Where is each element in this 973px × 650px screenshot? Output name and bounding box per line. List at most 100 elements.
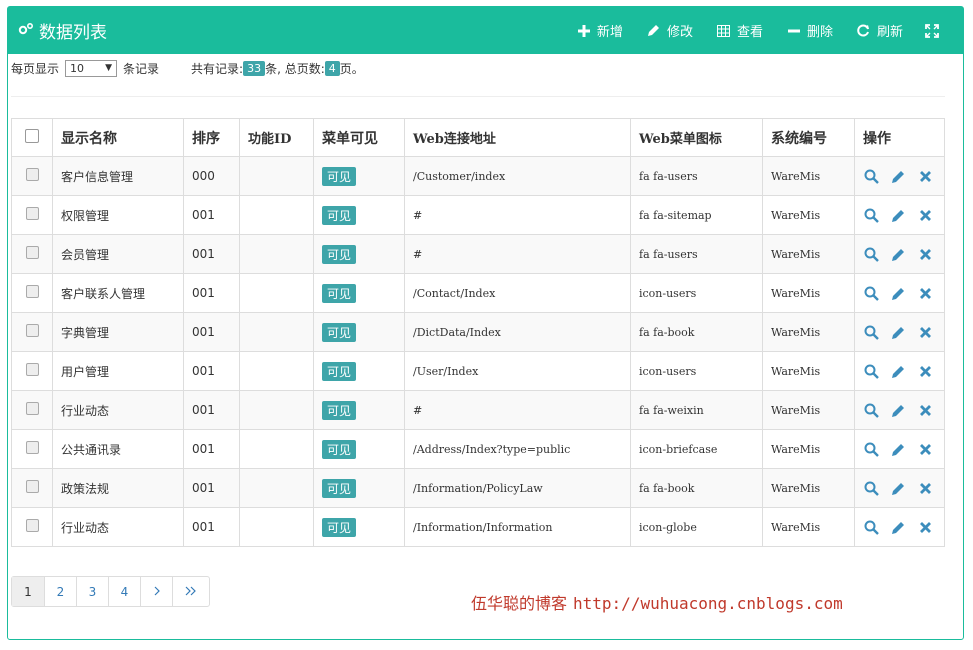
search-icon[interactable] xyxy=(863,285,879,301)
pencil-icon[interactable] xyxy=(890,402,906,418)
cell-system: WareMis xyxy=(762,234,855,274)
search-icon[interactable] xyxy=(863,324,879,340)
pencil-icon[interactable] xyxy=(890,363,906,379)
select-all-checkbox[interactable] xyxy=(25,128,39,143)
add-button[interactable]: 新增 xyxy=(577,21,623,40)
col-header-visible[interactable]: 菜单可见 xyxy=(313,118,405,157)
pencil-icon[interactable] xyxy=(890,207,906,223)
per-page-select[interactable]: 10 ▼ xyxy=(65,59,118,77)
search-icon[interactable] xyxy=(863,519,879,535)
col-header-url[interactable]: Web连接地址 xyxy=(404,118,631,157)
table-row[interactable]: 会员管理 001 可见 # fa fa-users WareMis xyxy=(11,234,945,274)
table-row[interactable]: 字典管理 001 可见/DictData/Index fa fa-book WareMi… xyxy=(11,312,945,352)
next-page-button[interactable] xyxy=(140,577,172,606)
close-icon[interactable] xyxy=(917,285,933,301)
close-icon[interactable] xyxy=(917,402,933,418)
cell-system: WareMis xyxy=(762,468,855,508)
cell-system: WareMis xyxy=(762,273,855,313)
search-icon[interactable] xyxy=(863,207,879,223)
select-all-cell xyxy=(11,118,53,157)
cell-name: 权限管理 xyxy=(52,195,184,235)
close-icon[interactable] xyxy=(917,207,933,223)
row-actions xyxy=(863,402,936,418)
delete-button[interactable]: 删除 xyxy=(787,21,833,40)
close-icon[interactable] xyxy=(917,168,933,184)
search-icon[interactable] xyxy=(863,441,879,457)
cell-name: 政策法规 xyxy=(52,468,184,508)
search-icon[interactable] xyxy=(863,363,879,379)
pencil-icon[interactable] xyxy=(890,441,906,457)
row-checkbox[interactable] xyxy=(25,285,39,298)
page-4-button[interactable]: 4 xyxy=(108,577,140,606)
row-checkbox-cell xyxy=(11,390,53,430)
cell-sort: 001 xyxy=(183,390,240,430)
expand-button[interactable] xyxy=(925,23,945,38)
search-icon[interactable] xyxy=(863,168,879,184)
last-page-button[interactable] xyxy=(172,577,209,606)
pencil-icon[interactable] xyxy=(890,285,906,301)
row-checkbox[interactable] xyxy=(25,363,39,376)
pencil-icon[interactable] xyxy=(890,519,906,535)
cell-icon: fa fa-users xyxy=(630,234,763,274)
table-row[interactable]: 用户管理 001 可见/User/Index icon-users WareMis xyxy=(11,351,945,391)
close-icon[interactable] xyxy=(917,324,933,340)
table-row[interactable]: 客户信息管理 000 可见/Customer/index fa fa-users War… xyxy=(11,156,945,196)
page-1-button[interactable]: 1 xyxy=(12,577,44,606)
cell-url: /Information/Information xyxy=(404,507,631,547)
refresh-button-label: 刷新 xyxy=(876,25,903,40)
cell-visible: 可见 xyxy=(313,390,405,430)
col-header-sort[interactable]: 排序 xyxy=(183,118,240,157)
table-header-row: 显示名称 排序 功能ID 菜单可见 Web连接地址 Web菜单图标 系统编号 操… xyxy=(11,118,945,157)
view-button[interactable]: 查看 xyxy=(717,21,763,40)
row-actions xyxy=(863,441,936,457)
row-checkbox[interactable] xyxy=(25,246,39,259)
table-row[interactable]: 公共通讯录 001 可见/Address/Index?type=public icon… xyxy=(11,429,945,469)
page-3-button[interactable]: 3 xyxy=(76,577,108,606)
cell-icon: fa fa-weixin xyxy=(630,390,763,430)
cell-visible: 可见 xyxy=(313,273,405,313)
row-checkbox[interactable] xyxy=(25,480,39,493)
table-row[interactable]: 行业动态 001 可见/Information/Information icon-gl… xyxy=(11,507,945,547)
row-checkbox[interactable] xyxy=(25,207,39,220)
row-checkbox[interactable] xyxy=(25,441,39,454)
cell-sort: 001 xyxy=(183,195,240,235)
table-row[interactable]: 客户联系人管理 001 可见/Contact/Index icon-users Ware… xyxy=(11,273,945,313)
cell-actions xyxy=(854,195,945,235)
cell-name: 会员管理 xyxy=(52,234,184,274)
pencil-icon[interactable] xyxy=(890,480,906,496)
table-row[interactable]: 权限管理 001 可见 # fa fa-sitemap WareMis xyxy=(11,195,945,235)
page-2-button[interactable]: 2 xyxy=(44,577,76,606)
cell-url: /Contact/Index xyxy=(404,273,631,313)
table-row[interactable]: 行业动态 001 可见 # fa fa-weixin WareMis xyxy=(11,390,945,430)
cell-system: WareMis xyxy=(762,507,855,547)
pencil-icon[interactable] xyxy=(890,168,906,184)
visible-badge: 可见 xyxy=(322,205,357,225)
col-header-func-id[interactable]: 功能ID xyxy=(239,118,314,157)
row-checkbox[interactable] xyxy=(25,324,39,337)
row-checkbox[interactable] xyxy=(25,168,39,181)
records-label: 条记录 xyxy=(123,61,160,76)
col-header-system[interactable]: 系统编号 xyxy=(762,118,855,157)
close-icon[interactable] xyxy=(917,246,933,262)
table-row[interactable]: 政策法规 001 可见/Information/PolicyLaw fa fa-boo… xyxy=(11,468,945,508)
total-label: 共有记录: xyxy=(191,61,244,76)
col-header-name[interactable]: 显示名称 xyxy=(52,118,184,157)
edit-button[interactable]: 修改 xyxy=(647,21,693,40)
cell-func-id xyxy=(239,390,314,430)
minus-icon xyxy=(787,24,801,38)
search-icon[interactable] xyxy=(863,246,879,262)
col-header-icon[interactable]: Web菜单图标 xyxy=(630,118,763,157)
row-checkbox[interactable] xyxy=(25,402,39,415)
close-icon[interactable] xyxy=(917,480,933,496)
close-icon[interactable] xyxy=(917,441,933,457)
row-actions xyxy=(863,480,936,496)
row-checkbox[interactable] xyxy=(25,519,39,532)
close-icon[interactable] xyxy=(917,519,933,535)
pencil-icon[interactable] xyxy=(890,246,906,262)
pencil-icon[interactable] xyxy=(890,324,906,340)
refresh-button[interactable]: 刷新 xyxy=(857,21,903,40)
search-icon[interactable] xyxy=(863,480,879,496)
search-icon[interactable] xyxy=(863,402,879,418)
cell-func-id xyxy=(239,468,314,508)
close-icon[interactable] xyxy=(917,363,933,379)
